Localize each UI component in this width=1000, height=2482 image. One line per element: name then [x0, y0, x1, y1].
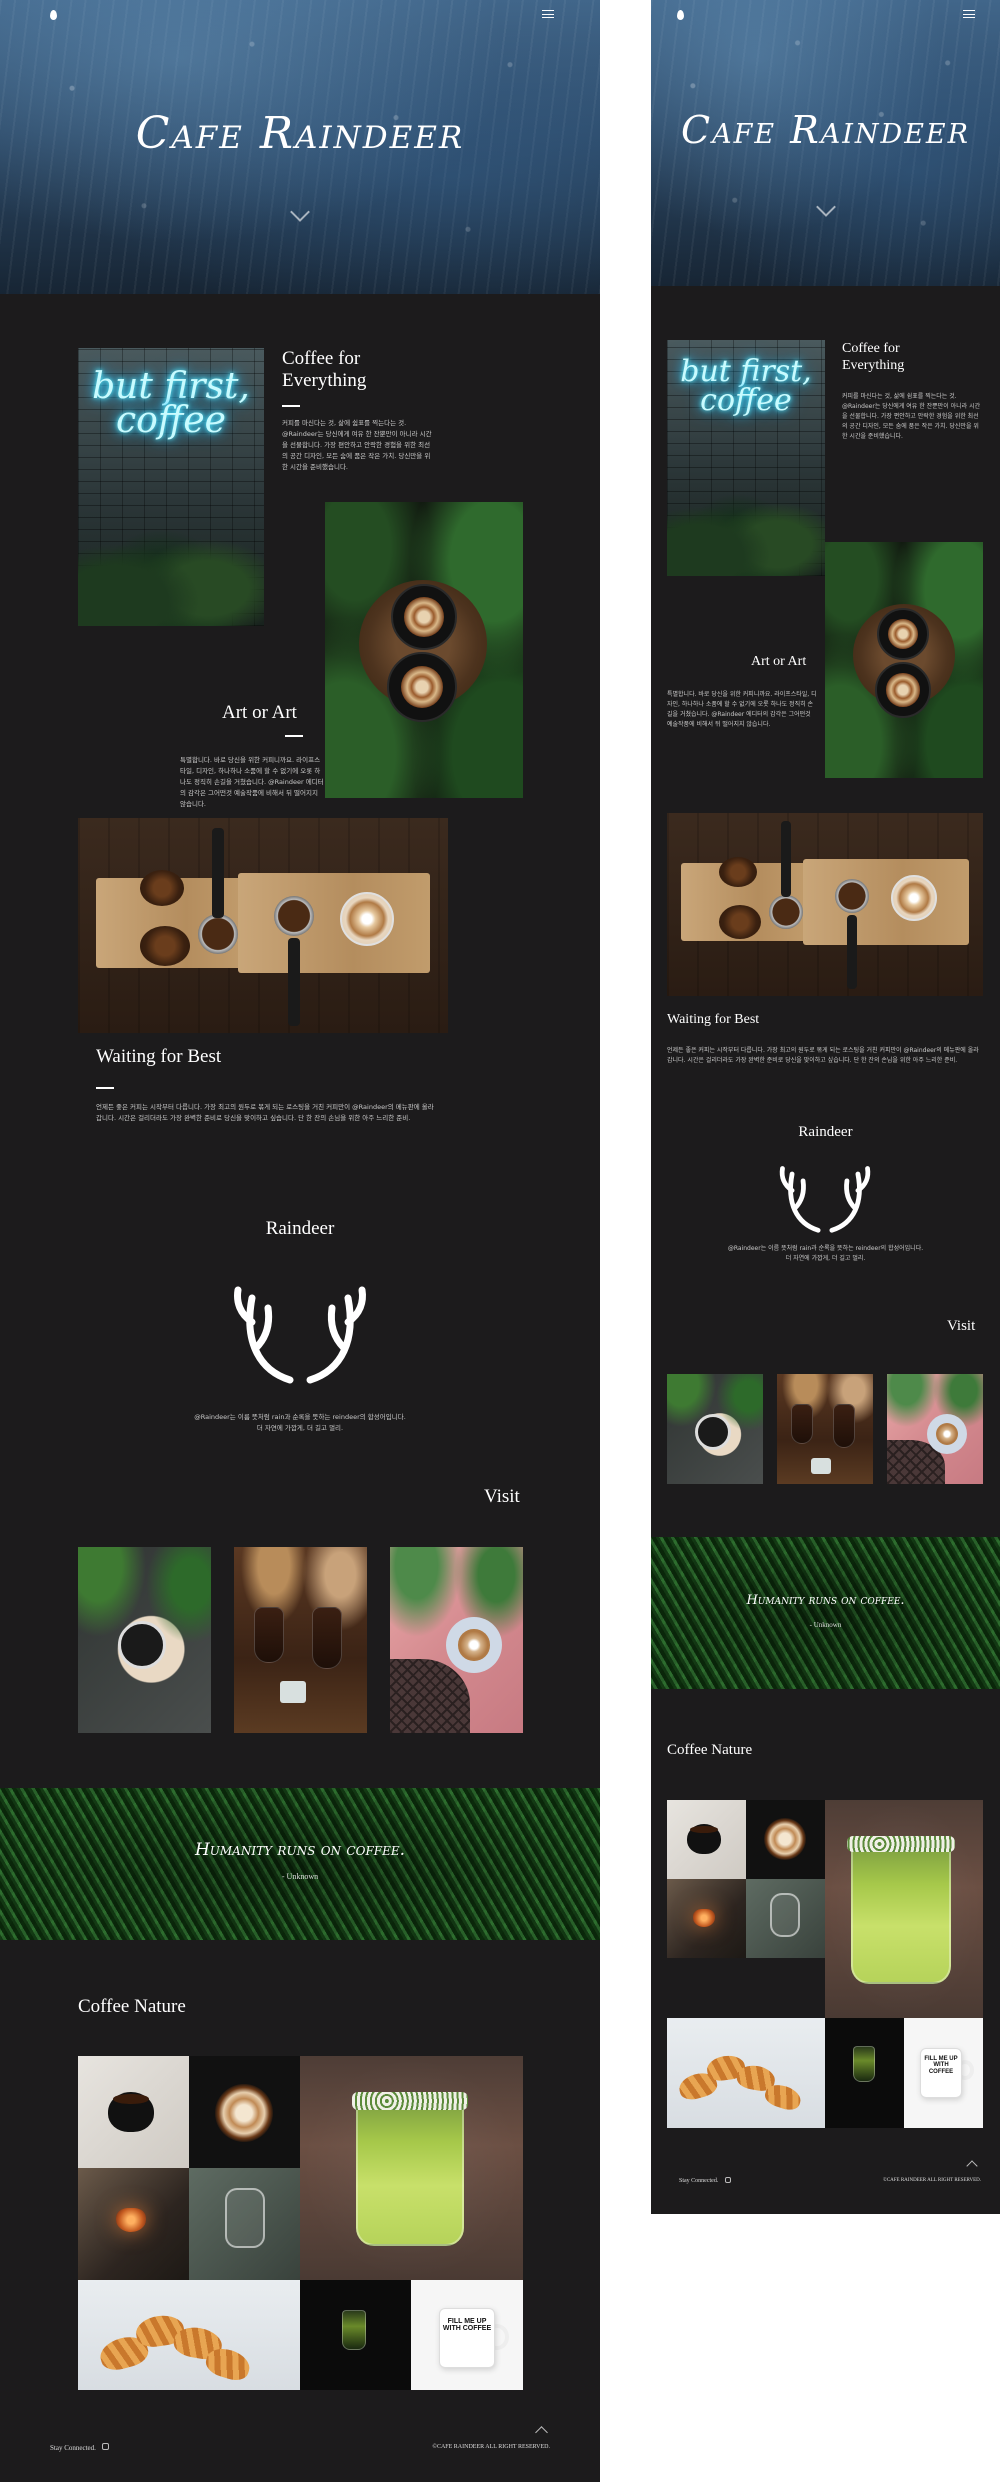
- site-title: Cafe Raindeer: [135, 108, 465, 159]
- section-title-waiting-for-best: Waiting for Best: [96, 1046, 222, 1067]
- mobile-frame: Cafe Raindeer but first, coffee Coffee f…: [651, 0, 1000, 2214]
- section-title-raindeer: Raindeer: [265, 1218, 335, 1239]
- coffee-for-everything-text: 커피를 마신다는 것, 삶에 쉼표를 찍는다는 것. @Raindeer는 당신…: [842, 393, 981, 440]
- visit-photo-1[interactable]: [667, 1374, 763, 1484]
- waiting-for-best-text: 언제든 좋은 커피는 시작부터 다릅니다. 가장 최고의 원두로 볶게 되는 로…: [96, 1103, 434, 1122]
- gallery-latte-art[interactable]: [189, 2056, 300, 2168]
- quote-text: Humanity runs on coffee.: [194, 1840, 406, 1860]
- section-title-coffee-nature: Coffee Nature: [78, 1996, 186, 2017]
- site-title: Cafe Raindeer: [681, 108, 970, 152]
- menu-icon[interactable]: [963, 10, 975, 18]
- title-line-1: Coffee for: [282, 348, 361, 369]
- visit-photo-2[interactable]: [234, 1547, 367, 1733]
- footer-copyright: ©CAFE RAINDEER ALL RIGHT RESERVED.: [883, 2178, 981, 2183]
- art-or-art-text: 특별합니다. 바로 당신을 위한 커피니까요. 라이프스타일, 디자인, 하나하…: [180, 756, 324, 808]
- gallery-mug[interactable]: FILL ME UP WITH COFFEE: [904, 2018, 983, 2128]
- section-title-coffee-for-everything: Coffee for Everything: [282, 348, 366, 392]
- section-title-waiting-for-best: Waiting for Best: [667, 1012, 760, 1027]
- chevron-up-icon[interactable]: [535, 2426, 548, 2439]
- gallery-black-cup[interactable]: [667, 1800, 746, 1879]
- hero-banner: Cafe Raindeer: [0, 0, 600, 294]
- gallery-dark-glass[interactable]: [825, 2018, 904, 2128]
- footer-stay-connected: Stay Connected.: [679, 2178, 719, 2184]
- waiting-for-best-text: 언제든 좋은 커피는 시작부터 다릅니다. 가장 최고의 원두로 볶게 되는 로…: [667, 1047, 979, 1064]
- mug-text: FILL ME UP WITH COFFEE: [442, 2318, 492, 2333]
- instagram-icon[interactable]: [725, 2177, 731, 2183]
- instagram-icon[interactable]: [102, 2443, 109, 2450]
- raindeer-text-line-1: @Raindeer는 이름 뜻처럼 rain과 순록을 뜻하는 reindeer…: [727, 1245, 924, 1252]
- menu-icon[interactable]: [542, 10, 554, 18]
- quote-banner: Humanity runs on coffee. - Unknown: [0, 1788, 600, 1940]
- art-or-art-text: 특별합니다. 바로 당신을 위한 커피니까요. 라이프스타일, 디자인, 하나하…: [667, 691, 817, 728]
- gallery-mason-jar[interactable]: [746, 1879, 825, 1958]
- raindeer-text-line-1: @Raindeer는 이름 뜻처럼 rain과 순록을 뜻하는 reindeer…: [194, 1413, 406, 1421]
- quote-author: - Unknown: [809, 1621, 842, 1629]
- raindeer-text-line-2: 더 자연에 가깝게, 더 길고 멀리.: [785, 1255, 866, 1262]
- quote-text: Humanity runs on coffee.: [746, 1593, 905, 1608]
- gallery-green-drink[interactable]: [300, 2056, 523, 2280]
- footer-stay-connected: Stay Connected.: [50, 2444, 96, 2452]
- gallery-croissants[interactable]: [667, 2018, 825, 2128]
- title-dash: [282, 405, 300, 407]
- hero-banner: Cafe Raindeer: [651, 0, 1000, 286]
- section-title-visit: Visit: [484, 1486, 520, 1507]
- quote-author: - Unknown: [281, 1872, 319, 1881]
- neon-sign-photo: but first, coffee: [667, 340, 825, 576]
- visit-photo-3[interactable]: [887, 1374, 983, 1484]
- neon-sign-text: but first, coffee: [92, 366, 250, 442]
- espresso-board-photo: [667, 813, 983, 996]
- drop-logo-icon[interactable]: [50, 10, 57, 20]
- drop-logo-icon[interactable]: [677, 10, 684, 20]
- title-dash: [96, 1087, 114, 1089]
- section-title-art-or-art: Art or Art: [751, 654, 807, 669]
- gallery-croissants[interactable]: [78, 2280, 300, 2390]
- espresso-board-photo: [78, 818, 448, 1033]
- gallery-mug[interactable]: FILL ME UP WITH COFFEE: [411, 2280, 523, 2390]
- section-title-art-or-art: Art or Art: [222, 702, 297, 723]
- section-title-raindeer: Raindeer: [798, 1124, 853, 1140]
- visit-photo-1[interactable]: [78, 1547, 211, 1733]
- section-title-coffee-for-everything: Coffee for Everything: [842, 340, 904, 374]
- footer-copyright: ©CAFE RAINDEER ALL RIGHT RESERVED.: [432, 2444, 550, 2450]
- raindeer-text: @Raindeer는 이름 뜻처럼 rain과 순록을 뜻하는 reindeer…: [0, 1412, 600, 1434]
- section-title-visit: Visit: [947, 1318, 976, 1334]
- neon-sign-text: but first, coffee: [680, 354, 812, 418]
- neon-sign-photo: but first, coffee: [78, 348, 264, 626]
- gallery-latte-art[interactable]: [746, 1800, 825, 1879]
- chevron-up-icon[interactable]: [966, 2160, 978, 2172]
- coffee-for-everything-text: 커피를 마신다는 것, 삶에 쉼표를 찍는다는 것. @Raindeer는 당신…: [282, 419, 432, 471]
- latte-on-stump-photo: [325, 502, 523, 798]
- gallery-green-drink[interactable]: [825, 1800, 983, 2018]
- gallery-dark-glass[interactable]: [300, 2280, 411, 2390]
- antler-logo-icon: [779, 1166, 871, 1233]
- desktop-frame: Cafe Raindeer but first, coffee Coffee f…: [0, 0, 600, 2482]
- gallery-mason-jar[interactable]: [189, 2168, 300, 2280]
- visit-photo-3[interactable]: [390, 1547, 523, 1733]
- gallery-cocktail[interactable]: [667, 1879, 746, 1958]
- title-line-2: Everything: [282, 370, 367, 391]
- gallery-cocktail[interactable]: [78, 2168, 189, 2280]
- raindeer-text: @Raindeer는 이름 뜻처럼 rain과 순록을 뜻하는 reindeer…: [651, 1244, 1000, 1264]
- raindeer-text-line-2: 더 자연에 가깝게, 더 길고 멀리.: [256, 1424, 344, 1432]
- gallery-black-cup[interactable]: [78, 2056, 189, 2168]
- latte-on-stump-photo: [825, 542, 983, 778]
- visit-photo-2[interactable]: [777, 1374, 873, 1484]
- section-title-coffee-nature: Coffee Nature: [667, 1742, 753, 1758]
- title-dash: [285, 735, 303, 737]
- antler-logo-icon: [234, 1286, 366, 1384]
- title-line-1: Coffee for: [842, 341, 900, 356]
- quote-banner: Humanity runs on coffee. - Unknown: [651, 1537, 1000, 1689]
- title-line-2: Everything: [842, 358, 905, 373]
- mug-text: FILL ME UP WITH COFFEE: [924, 2056, 958, 2075]
